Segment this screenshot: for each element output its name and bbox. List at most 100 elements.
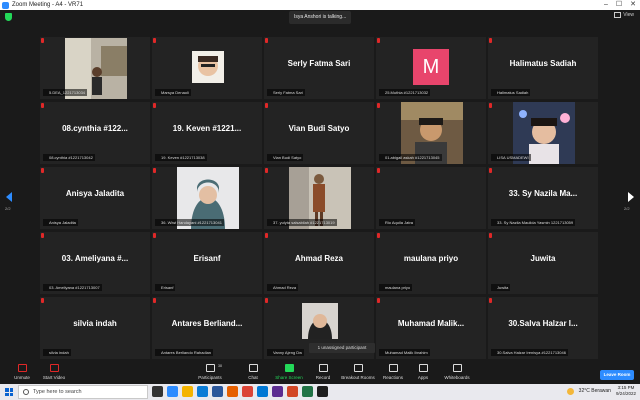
participant-name-label: silvia indah [43,349,71,356]
participant-name-label: maulana priyo [379,284,413,291]
media-icon[interactable] [317,386,328,397]
participant-display-name: 30.Salva Halzar I... [508,319,578,328]
participant-tile[interactable]: Vian Budi Satyo Vian Budi Satyo [264,102,374,164]
participant-name-label: Antares Berliando Rahadian [155,349,214,356]
participant-tile[interactable]: Serly Fatma Sari Serly Fatma Sari [264,37,374,99]
muted-mic-icon [489,233,492,238]
participant-name-label: Erisanf [155,284,176,291]
participant-display-name: Vian Budi Satyo [288,124,350,133]
participant-avatar: M [413,49,449,85]
participant-tile[interactable]: Juwita Juwita [488,232,598,294]
zoom-app-icon [2,1,9,9]
whiteboards-button[interactable]: Whiteboards [435,364,479,380]
unmute-label: Unmute [14,375,30,380]
participant-tile[interactable]: Muhamad Malik... Muhamad Malik Ibrahim [376,297,486,359]
muted-mic-icon [265,168,268,173]
participant-tile[interactable]: maulana priyo maulana priyo [376,232,486,294]
participant-tile[interactable]: Erisanf Erisanf [152,232,262,294]
zoom-taskbar-icon[interactable] [167,386,178,397]
windows-start-icon[interactable] [5,388,13,396]
participant-display-name: 33. Sy Nazila Ma... [508,189,578,198]
word-icon[interactable] [212,386,223,397]
participant-tile[interactable]: 08.cynthia #122... 08.cynthia #122171304… [40,102,150,164]
window-title: Zoom Meeting - A4 - VR71 [12,2,84,8]
chat-label: Chat [248,375,258,380]
participants-label: Participants [198,375,222,380]
taskbar-clock[interactable]: 3:15 PM 9/24/2022 [616,385,636,397]
chrome-icon[interactable] [242,386,253,397]
participant-name-label: 03. Ameliyana #1221713007 [43,284,102,291]
participant-display-name: 08.cynthia #122... [62,124,128,133]
participant-tile[interactable]: M 25.Muthia #1221713032 [376,37,486,99]
edge-icon[interactable] [197,386,208,397]
minimize-button[interactable]: – [604,1,608,9]
powerpoint-icon[interactable] [287,386,298,397]
muted-mic-icon [377,168,380,173]
reactions-label: Reactions [382,375,403,380]
participant-tile[interactable]: 37. yulyta salsabilah #1221713019 [264,167,374,229]
participant-display-name: Anisya Jaladita [65,189,125,198]
search-icon [23,389,29,395]
app-icon[interactable] [272,386,283,397]
participant-display-name: Serly Fatma Sari [287,59,351,68]
zoom-window: Zoom Meeting - A4 - VR71 – ☐ ✕ Isya Ansh… [0,0,640,400]
participant-tile[interactable]: LISA USMADEWI [488,102,598,164]
whiteboards-label: Whiteboards [444,375,470,380]
security-shield-icon[interactable] [5,13,12,21]
participant-tile[interactable]: 01.abigail askah #1221713045 [376,102,486,164]
participant-tile[interactable]: 33. Sy Nazila Ma... 33. Sy Nazila Maulid… [488,167,598,229]
firefox-icon[interactable] [227,386,238,397]
participant-name-label: 30.Salva Halzar Irenisya #1221713046 [491,349,568,356]
participants-button[interactable]: 38 Participants [188,364,232,380]
previous-page-arrow-icon[interactable] [6,192,12,202]
file-explorer-icon[interactable] [182,386,193,397]
participant-name-label: 19. Keven #1221713038 [155,154,207,161]
maximize-button[interactable]: ☐ [616,1,622,9]
store-icon[interactable] [257,386,268,397]
share-screen-label: Share Screen [275,375,303,380]
participant-tile[interactable]: Halimatus Sadiah Halimatus Sadiah [488,37,598,99]
breakout-rooms-icon [353,364,363,372]
participant-tile[interactable]: 03. Ameliyana #... 03. Ameliyana #122171… [40,232,150,294]
participant-tile[interactable]: Ahmad Reza Ahmad Reza [264,232,374,294]
unassigned-participant-notice[interactable]: 1 unassigned participant [309,343,375,353]
view-button[interactable]: View [614,12,634,18]
participant-tile[interactable]: Rio Aquila Jatra [376,167,486,229]
participant-display-name: Juwita [530,254,556,263]
weather-text: 32°C Berawan [578,388,611,394]
reactions-icon [388,364,398,372]
close-button[interactable]: ✕ [630,1,636,9]
record-label: Record [315,375,331,380]
participants-count: 38 [218,364,222,368]
muted-mic-icon [377,298,380,303]
participant-tile[interactable]: Antares Berliand... Antares Berliando Ra… [152,297,262,359]
participant-tile[interactable]: silvia indah silvia indah [40,297,150,359]
participant-tile[interactable]: Marsya Denaoli [152,37,262,99]
participant-display-name: silvia indah [73,319,117,328]
participant-name-label: Vanny Ajeng Dw [267,349,305,356]
participant-tile[interactable]: 30.Salva Halzar I... 30.Salva Halzar Ire… [488,297,598,359]
next-page-arrow-icon[interactable] [628,192,634,202]
start-video-button[interactable]: Start Video [32,364,76,380]
participant-tile[interactable]: 36. Wiwi Handayani #1221713041 [152,167,262,229]
participant-tile[interactable]: 19. Keven #1221... 19. Keven #1221713038 [152,102,262,164]
participant-name-label: Muhamad Malik Ibrahim [379,349,430,356]
leave-room-button[interactable]: Leave Room [600,370,634,380]
muted-mic-icon [377,38,380,43]
weather-icon[interactable] [566,387,574,395]
grid-view-icon [614,12,622,18]
participant-display-name: Ahmad Reza [294,254,343,263]
clock-date: 9/24/2022 [615,391,636,396]
taskbar-search-box[interactable]: Type here to search [18,385,148,399]
view-label: View [623,12,634,18]
participant-tile[interactable]: Anisya Jaladita Anisya Jaladita [40,167,150,229]
muted-mic-icon [489,103,492,108]
participant-name-label: 33. Sy Nazila Maulida Yasmin 1221713059 [491,219,576,226]
task-view-icon[interactable] [152,386,163,397]
muted-mic-icon [41,233,44,238]
excel-icon[interactable] [302,386,313,397]
participant-name-label: 25.Muthia #1221713032 [379,89,431,96]
system-tray: 32°C Berawan 3:15 PM 9/24/2022 [566,385,636,397]
muted-mic-icon [153,298,156,303]
participant-tile[interactable]: 5.DEA_1221713034 [40,37,150,99]
